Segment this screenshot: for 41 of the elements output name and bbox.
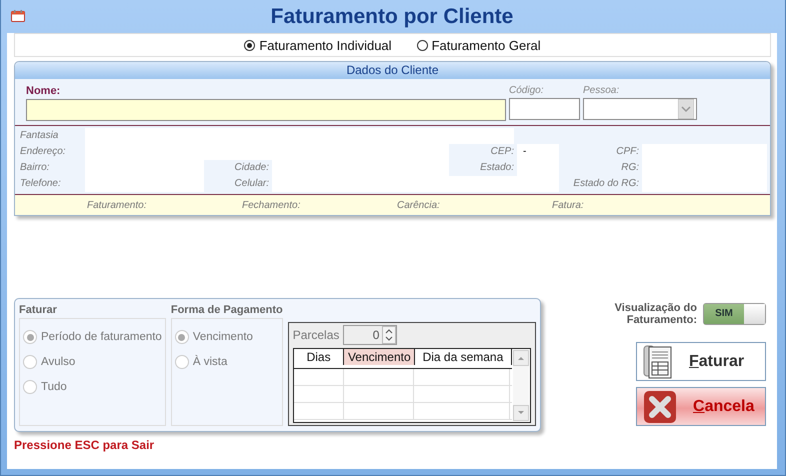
invoice-icon <box>643 344 673 378</box>
dropdown-arrow-icon[interactable] <box>678 99 694 119</box>
scroll-down-icon[interactable] <box>512 405 529 421</box>
dropdown[interactable] <box>583 98 697 120</box>
field-label: Telefone: <box>19 177 62 191</box>
field-label: Estado: <box>479 161 515 175</box>
toggle-label: Visualização do Faturamento: <box>614 302 697 326</box>
cancel-button[interactable]: Cancela <box>636 387 766 426</box>
field-label: Parcelas <box>292 328 340 342</box>
spinner-arrows-icon[interactable] <box>382 326 396 344</box>
field-label: RG: <box>620 161 640 175</box>
radio-option[interactable]: Faturamento Individual <box>244 38 392 52</box>
input-field[interactable] <box>509 98 580 120</box>
hint-text: Pressione ESC para Sair <box>14 438 156 452</box>
field-label: Estado do RG: <box>572 177 640 191</box>
panel-header: Dados do Cliente <box>15 62 770 79</box>
field-label: Carência: <box>397 200 441 210</box>
scroll-up-icon[interactable] <box>512 350 529 366</box>
invoice-button[interactable]: Faturar <box>636 342 766 381</box>
field-label: Fechamento: <box>242 200 302 210</box>
close-icon <box>643 390 677 424</box>
field-label: Celular: <box>234 177 270 191</box>
calendar-icon <box>11 10 25 22</box>
field-label: Bairro: <box>19 161 50 175</box>
field-label: Fantasia <box>19 129 60 143</box>
window-title: Faturamento por Cliente <box>270 4 514 28</box>
field-label: Cidade: <box>234 161 270 175</box>
input-field[interactable] <box>26 99 506 121</box>
group-title: Forma de Pagamento <box>170 304 283 316</box>
field-label: Fatura: <box>552 200 585 210</box>
field-label: Nome: <box>26 85 62 97</box>
toggle-switch[interactable]: SIM <box>703 303 766 325</box>
field-label: Faturamento: <box>87 200 148 210</box>
field-label: CPF: <box>615 145 640 159</box>
group-title: Faturar <box>19 304 58 316</box>
value-field: - <box>517 144 559 160</box>
radio-option[interactable]: Faturamento Geral <box>416 38 541 52</box>
field-label: Endereço: <box>19 145 67 159</box>
field-label: CEP: <box>490 145 515 159</box>
field-label: Pessoa: <box>583 85 620 96</box>
field-label: Código: <box>509 85 544 96</box>
